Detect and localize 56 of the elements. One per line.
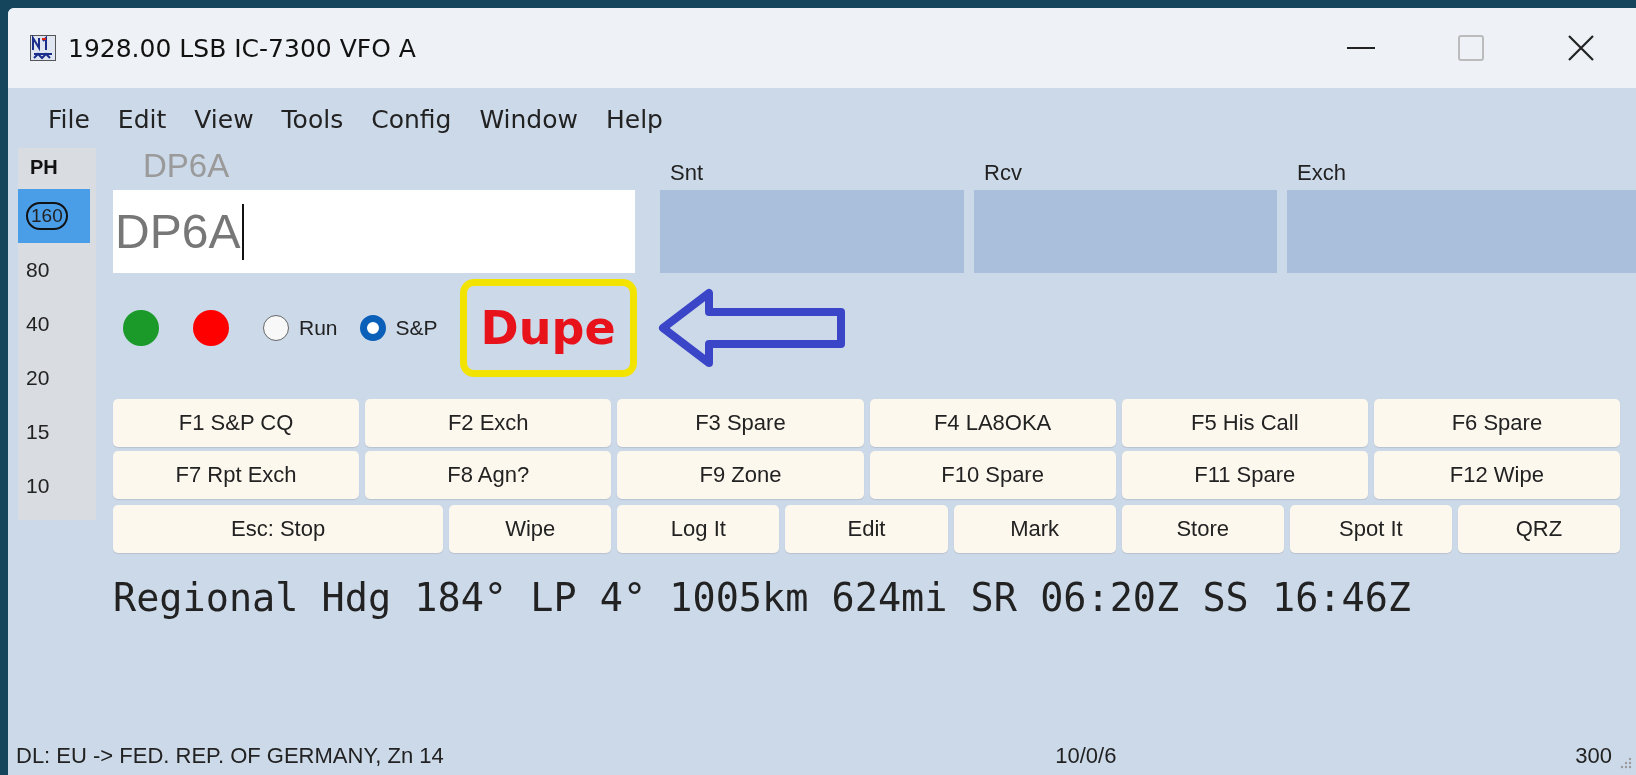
maximize-icon[interactable] bbox=[1458, 35, 1484, 61]
menu-item[interactable]: Edit bbox=[103, 104, 181, 134]
minimize-icon[interactable] bbox=[1347, 47, 1375, 49]
function-key-button[interactable]: F2 Exch bbox=[365, 399, 612, 447]
callsign-field[interactable]: DP6A bbox=[113, 190, 635, 273]
band-item[interactable]: 40 bbox=[18, 297, 90, 351]
band-item[interactable]: 160 bbox=[18, 189, 90, 243]
function-key-button[interactable]: F12 Wipe bbox=[1373, 451, 1620, 499]
mode-label: PH bbox=[29, 155, 58, 180]
info-line: Regional Hdg 184° LP 4° 1005km 624mi SR 06:20Z SS 16:46Z bbox=[113, 575, 1413, 620]
function-key-button[interactable]: F10 Spare bbox=[869, 451, 1116, 499]
radio-button[interactable]: S&P bbox=[359, 315, 438, 341]
window-title: 1928.00 LSB IC-7300 VFO A bbox=[68, 33, 417, 63]
function-key-button[interactable]: F6 Spare bbox=[1373, 399, 1620, 447]
function-key-button[interactable]: F4 LA8OKA bbox=[869, 399, 1116, 447]
action-button[interactable]: QRZ bbox=[1457, 505, 1620, 553]
action-button[interactable]: Wipe bbox=[449, 505, 612, 553]
close-icon[interactable] bbox=[1568, 35, 1594, 61]
action-button[interactable]: Log It bbox=[617, 505, 780, 553]
input-field[interactable] bbox=[974, 190, 1277, 273]
menu-item[interactable]: Window bbox=[465, 104, 592, 134]
menu-item[interactable]: Help bbox=[592, 104, 677, 134]
status-text: DL: EU -> FED. REP. OF GERMANY, Zn 14 bbox=[16, 743, 444, 768]
function-key-button[interactable]: F9 Zone bbox=[617, 451, 864, 499]
action-button[interactable]: Store bbox=[1121, 505, 1284, 553]
band-item[interactable]: 10 bbox=[18, 459, 90, 513]
status-value: 300 bbox=[1575, 743, 1612, 769]
action-button[interactable]: Edit bbox=[785, 505, 948, 553]
menu-item[interactable]: View bbox=[180, 104, 268, 134]
menu-item[interactable]: Config bbox=[357, 104, 466, 134]
field-label: Rcv bbox=[983, 159, 1023, 187]
function-key-button[interactable]: F11 Spare bbox=[1121, 451, 1368, 499]
app-logo-icon bbox=[30, 35, 56, 61]
radio-button[interactable]: Run bbox=[263, 315, 338, 341]
resize-grip-icon bbox=[1620, 757, 1632, 769]
function-key-button[interactable]: F8 Agn? bbox=[365, 451, 612, 499]
input-field[interactable] bbox=[1287, 190, 1636, 273]
menu-item[interactable]: Tools bbox=[267, 104, 358, 134]
input-field[interactable] bbox=[660, 190, 964, 273]
function-key-button[interactable]: F7 Rpt Exch bbox=[113, 451, 360, 499]
dupe-callout: Dupe bbox=[459, 279, 637, 377]
field-label: Snt bbox=[669, 159, 705, 187]
field-label: Exch bbox=[1296, 159, 1347, 187]
action-button[interactable]: Mark bbox=[953, 505, 1116, 553]
function-key-button[interactable]: F3 Spare bbox=[617, 399, 864, 447]
function-key-button[interactable]: F5 His Call bbox=[1121, 399, 1368, 447]
band-item[interactable]: 20 bbox=[18, 351, 90, 405]
arrow-icon bbox=[656, 288, 847, 368]
function-key-button[interactable]: F1 S&P CQ bbox=[113, 399, 360, 447]
action-button[interactable]: Spot It bbox=[1289, 505, 1452, 553]
status-count: 10/0/6 bbox=[1055, 743, 1118, 769]
band-item[interactable]: 15 bbox=[18, 405, 90, 459]
callsign-label: DP6A bbox=[142, 148, 231, 186]
action-button[interactable]: Esc: Stop bbox=[113, 505, 444, 553]
menu-item[interactable]: File bbox=[26, 104, 104, 134]
band-item[interactable]: 80 bbox=[18, 243, 90, 297]
